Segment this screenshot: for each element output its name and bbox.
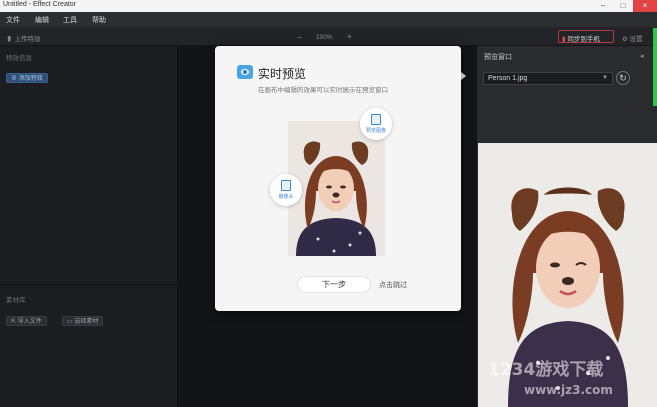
import-file-label: 导入文件 xyxy=(17,319,42,325)
import-material-label: 选择素材 xyxy=(74,319,99,325)
plus-icon: ⊕ xyxy=(11,76,18,82)
modal-subtitle: 在画布中编辑的效果可以实时展示在预览窗口 xyxy=(258,87,388,94)
next-step-button[interactable]: 下一步 xyxy=(297,276,371,293)
eye-icon xyxy=(237,65,253,79)
person-photo xyxy=(288,121,385,256)
add-effect-label: 添加特效 xyxy=(18,76,43,82)
zoom-in-button[interactable]: + xyxy=(347,32,352,41)
onboarding-modal: 实时预览 在画布中编辑的效果可以实时展示在预览窗口 预览图像 摄像头 下一步 点… xyxy=(215,46,461,311)
bubble-top-label: 预览图像 xyxy=(365,128,386,134)
menu-tools[interactable]: 工具 xyxy=(63,15,77,25)
window-title: Untitled - Effect Creator xyxy=(3,1,77,8)
preview-image: 1234游戏下载 www.jz3.com xyxy=(478,143,657,407)
close-icon[interactable]: × xyxy=(633,0,657,12)
sync-label: 同步到手机 xyxy=(567,36,600,43)
folder-icon: ▭ xyxy=(67,319,73,325)
import-file-button[interactable]: ⇱ 导入文件 xyxy=(6,316,47,326)
upload-icon: ⬆ xyxy=(6,36,13,43)
image-icon xyxy=(371,114,381,125)
upload-label: 上传特效 xyxy=(14,36,41,43)
settings-label: 设置 xyxy=(629,36,643,43)
minimize-icon[interactable]: – xyxy=(593,0,613,12)
camera-icon xyxy=(281,180,291,191)
refresh-button[interactable]: ↻ xyxy=(616,71,630,85)
collapse-icon[interactable]: ◂ xyxy=(640,52,644,60)
import-icon: ⇱ xyxy=(11,319,17,325)
tooltip-pointer xyxy=(461,72,466,80)
gear-icon: ⚙ xyxy=(622,36,628,43)
title-bar: Untitled - Effect Creator – □ × xyxy=(0,0,657,12)
watermark-text: 1234游戏下载 xyxy=(488,360,604,380)
menu-help[interactable]: 帮助 xyxy=(92,15,106,25)
material-library-title: 素材库 xyxy=(6,297,26,304)
zoom-out-button[interactable]: − xyxy=(297,33,302,42)
sample-photo xyxy=(288,121,385,256)
add-effect-button[interactable]: ⊕ 添加特效 xyxy=(6,73,48,83)
zoom-level: 100% xyxy=(316,34,333,41)
refresh-icon: ↻ xyxy=(619,73,627,83)
modal-title: 实时预览 xyxy=(258,67,307,81)
effect-info-title: 特效信息 xyxy=(6,55,32,62)
camera-bubble[interactable]: 摄像头 xyxy=(270,174,302,206)
selected-file: Person 1.jpg xyxy=(488,75,528,82)
menu-bar: 文件 编辑 工具 帮助 xyxy=(0,12,657,27)
upload-effect-button[interactable]: ⬆ 上传特效 xyxy=(6,33,40,43)
import-material-button[interactable]: ▭ 选择素材 xyxy=(62,316,104,326)
menu-file[interactable]: 文件 xyxy=(6,15,20,25)
scroll-indicator[interactable] xyxy=(653,28,657,106)
settings-button[interactable]: ⚙ 设置 xyxy=(622,33,643,43)
sync-to-phone-button[interactable]: ▮ 同步到手机 xyxy=(558,30,614,43)
phone-icon: ▮ xyxy=(562,36,566,43)
preview-image-bubble[interactable]: 预览图像 xyxy=(360,108,392,140)
bubble-left-label: 摄像头 xyxy=(278,194,294,200)
chevron-down-icon: ▼ xyxy=(602,75,608,81)
skip-link[interactable]: 点击跳过 xyxy=(379,280,407,290)
preview-window-title: 预览窗口 xyxy=(484,54,512,61)
menu-edit[interactable]: 编辑 xyxy=(35,15,49,25)
divider xyxy=(0,284,178,285)
toolbar: ⬆ 上传特效 − 100% + ▮ 同步到手机 ⚙ 设置 xyxy=(0,27,657,46)
preview-file-select[interactable]: Person 1.jpg ▼ xyxy=(483,72,613,85)
left-panel: 特效信息 ⊕ 添加特效 素材库 ⇱ 导入文件 ▭ 选择素材 xyxy=(0,46,178,407)
watermark-url: www.jz3.com xyxy=(524,383,613,397)
maximize-icon[interactable]: □ xyxy=(613,0,633,12)
